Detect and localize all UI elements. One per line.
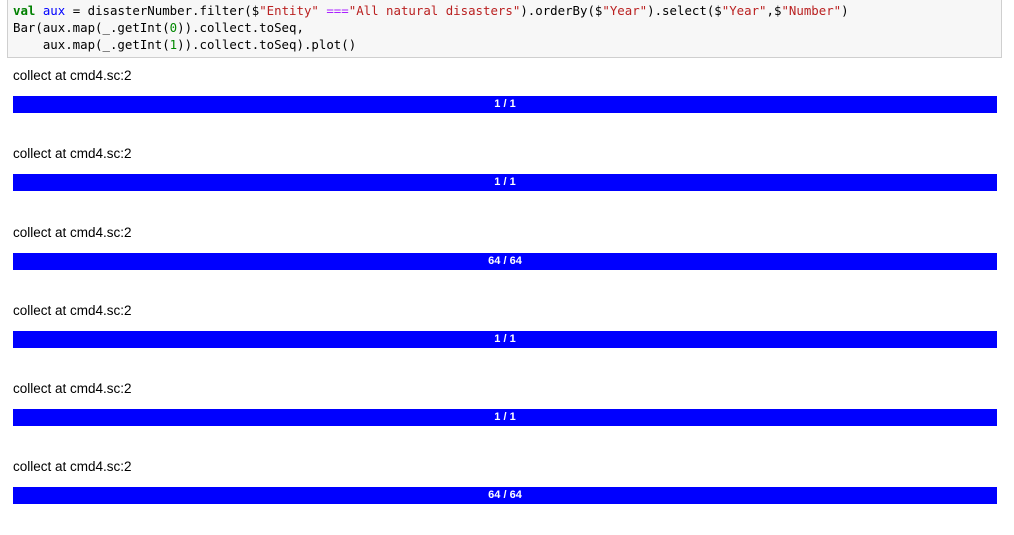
spark-job: collect at cmd4.sc:2 1 / 1 bbox=[13, 378, 998, 456]
code-token: aux.map(_.getInt( bbox=[13, 37, 170, 52]
code-token: val bbox=[13, 3, 36, 18]
progress-bar: 1 / 1 bbox=[13, 96, 997, 113]
spark-job: collect at cmd4.sc:2 64 / 64 bbox=[13, 456, 998, 534]
code-editor[interactable]: val aux = disasterNumber.filter($"Entity… bbox=[8, 0, 1001, 53]
job-label: collect at cmd4.sc:2 bbox=[13, 146, 132, 162]
code-token: "Number" bbox=[781, 3, 842, 18]
progress-bar: 1 / 1 bbox=[13, 330, 997, 348]
spark-job: collect at cmd4.sc:2 1 / 1 bbox=[13, 65, 998, 143]
code-token: "Year" bbox=[721, 3, 767, 18]
code-token: aux bbox=[35, 3, 66, 18]
code-cell[interactable]: val aux = disasterNumber.filter($"Entity… bbox=[7, 0, 1002, 58]
spark-job: collect at cmd4.sc:2 1 / 1 bbox=[13, 143, 998, 221]
code-token: ) bbox=[841, 3, 849, 18]
code-token: "Entity" bbox=[259, 3, 319, 18]
code-token: )).collect.toSeq).plot() bbox=[177, 37, 357, 52]
progress-text: 1 / 1 bbox=[494, 176, 516, 189]
cell-output: collect at cmd4.sc:2 1 / 1 collect at cm… bbox=[13, 65, 998, 535]
job-label: collect at cmd4.sc:2 bbox=[13, 459, 132, 475]
progress-text: 64 / 64 bbox=[488, 254, 522, 267]
progress-bar: 1 / 1 bbox=[13, 409, 997, 427]
progress-text: 1 / 1 bbox=[494, 98, 516, 110]
code-token: ).orderBy($ bbox=[520, 3, 603, 18]
code-token: ,$ bbox=[766, 3, 782, 18]
progress-bar: 64 / 64 bbox=[13, 487, 997, 505]
code-line-1: val aux = disasterNumber.filter($"Entity… bbox=[13, 3, 849, 18]
code-line-3: aux.map(_.getInt(1)).collect.toSeq).plot… bbox=[13, 37, 356, 52]
code-token: "All natural disasters" bbox=[348, 3, 521, 18]
progress-text: 64 / 64 bbox=[488, 489, 522, 502]
spark-job: collect at cmd4.sc:2 64 / 64 bbox=[13, 222, 998, 300]
progress-bar: 1 / 1 bbox=[13, 174, 997, 192]
code-token: 0 bbox=[169, 20, 178, 35]
progress-bar: 64 / 64 bbox=[13, 252, 997, 270]
spark-job: collect at cmd4.sc:2 1 / 1 bbox=[13, 300, 998, 378]
code-token: 1 bbox=[169, 37, 178, 52]
job-label: collect at cmd4.sc:2 bbox=[13, 224, 132, 240]
code-token: === bbox=[318, 3, 349, 18]
code-token: )).collect.toSeq, bbox=[177, 20, 304, 35]
progress-text: 1 / 1 bbox=[494, 332, 516, 345]
job-label: collect at cmd4.sc:2 bbox=[13, 68, 132, 83]
code-token: Bar(aux.map(_.getInt( bbox=[13, 20, 170, 35]
job-label: collect at cmd4.sc:2 bbox=[13, 302, 132, 318]
job-label: collect at cmd4.sc:2 bbox=[13, 381, 132, 397]
code-token: "Year" bbox=[602, 3, 648, 18]
code-token: ).select($ bbox=[647, 3, 722, 18]
code-token: = disasterNumber.filter($ bbox=[65, 3, 260, 18]
code-line-2: Bar(aux.map(_.getInt(0)).collect.toSeq, bbox=[13, 20, 304, 35]
progress-text: 1 / 1 bbox=[494, 411, 516, 424]
